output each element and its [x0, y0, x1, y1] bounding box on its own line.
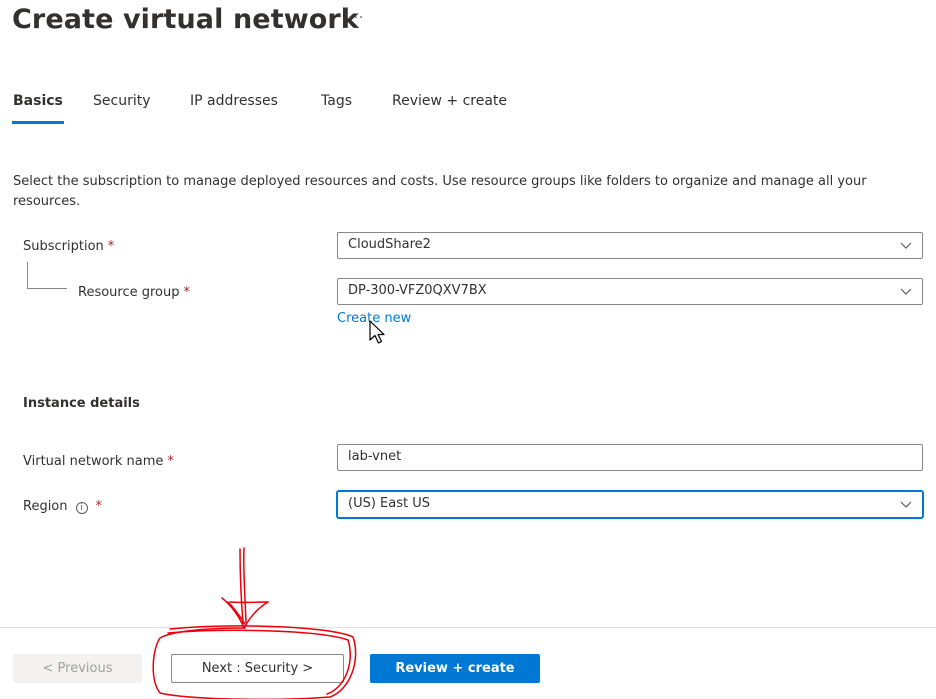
- subscription-label: Subscription *: [23, 239, 114, 254]
- subscription-value: CloudShare2: [348, 237, 431, 252]
- previous-button[interactable]: < Previous: [13, 654, 142, 683]
- required-marker: *: [183, 285, 191, 300]
- tab-basics[interactable]: Basics: [13, 93, 63, 109]
- vnet-name-label: Virtual network name *: [23, 454, 174, 469]
- chevron-down-icon: [900, 288, 912, 295]
- review-create-button[interactable]: Review + create: [370, 654, 540, 683]
- tree-connector-vertical: [27, 262, 28, 288]
- resource-group-value: DP-300-VFZ0QXV7BX: [348, 283, 487, 298]
- mouse-cursor-icon: [369, 320, 385, 344]
- region-label-text: Region: [23, 499, 68, 514]
- vnet-name-input[interactable]: lab-vnet: [337, 444, 923, 471]
- required-marker: *: [167, 454, 174, 469]
- region-select[interactable]: (US) East US: [337, 491, 923, 518]
- instance-details-heading: Instance details: [23, 396, 140, 411]
- tree-connector-horizontal: [27, 288, 67, 289]
- tab-ip-addresses[interactable]: IP addresses: [190, 93, 278, 109]
- annotation-arrow: [221, 547, 269, 629]
- next-security-button[interactable]: Next : Security >: [171, 654, 344, 683]
- chevron-down-icon: [900, 242, 912, 249]
- tab-tags[interactable]: Tags: [321, 93, 352, 109]
- description-text: Select the subscription to manage deploy…: [13, 174, 867, 209]
- more-options-icon[interactable]: ···: [348, 10, 364, 26]
- vnet-name-value: lab-vnet: [348, 449, 402, 464]
- region-value: (US) East US: [348, 496, 430, 511]
- subscription-label-text: Subscription: [23, 239, 104, 254]
- region-label: Region i *: [23, 499, 102, 514]
- subscription-select[interactable]: CloudShare2: [337, 232, 923, 259]
- vnet-name-label-text: Virtual network name: [23, 454, 164, 469]
- active-tab-indicator: [12, 121, 64, 124]
- chevron-down-icon: [900, 501, 912, 508]
- tab-review-create[interactable]: Review + create: [392, 93, 507, 109]
- resource-group-label-text: Resource group: [78, 285, 180, 300]
- page-title: Create virtual network: [12, 4, 359, 35]
- info-icon[interactable]: i: [75, 502, 88, 514]
- resource-group-label: Resource group *: [78, 285, 190, 300]
- required-marker: *: [95, 499, 103, 514]
- tab-security[interactable]: Security: [93, 93, 151, 109]
- required-marker: *: [107, 239, 115, 254]
- resource-group-select[interactable]: DP-300-VFZ0QXV7BX: [337, 278, 923, 305]
- footer-divider: [0, 627, 936, 628]
